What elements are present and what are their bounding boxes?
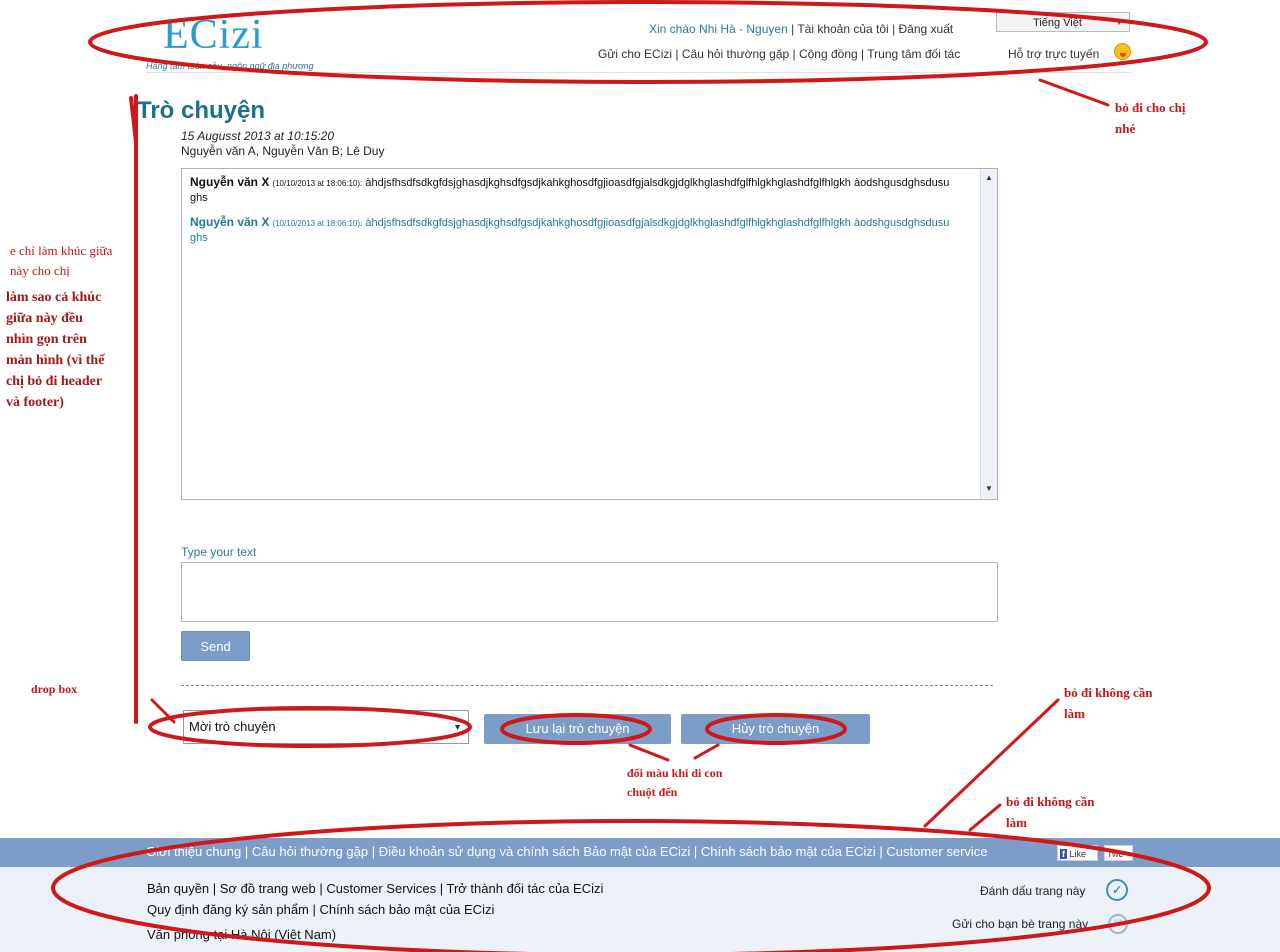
hover-arrow-2 xyxy=(693,743,720,760)
cancel-button-circle xyxy=(705,713,847,745)
annotation-drop-box: drop box xyxy=(31,682,78,696)
annotation-middle-big: làm sao cả khúc giữa này đều nhìn gọn tr… xyxy=(6,290,105,410)
remove-arrow-2 xyxy=(968,803,1002,832)
dropbox-circle xyxy=(148,706,472,748)
save-button-circle xyxy=(500,713,652,745)
annotation-remove-1: bỏ đi không cần làm xyxy=(1064,685,1153,721)
annotation-remove-2: bỏ đi không cần làm xyxy=(1006,794,1095,830)
hover-arrow-1 xyxy=(628,743,670,762)
header-circle xyxy=(88,0,1208,84)
annotation-middle-small: e chỉ làm khúc giữa này cho chị xyxy=(10,243,113,278)
footer-circle xyxy=(51,819,1211,952)
annotation-hover-color: đổi màu khi di con chuột đến xyxy=(627,766,723,799)
header-arrow xyxy=(1038,78,1110,107)
annotation-remove-header: bỏ đi cho chị nhé xyxy=(1115,100,1186,136)
